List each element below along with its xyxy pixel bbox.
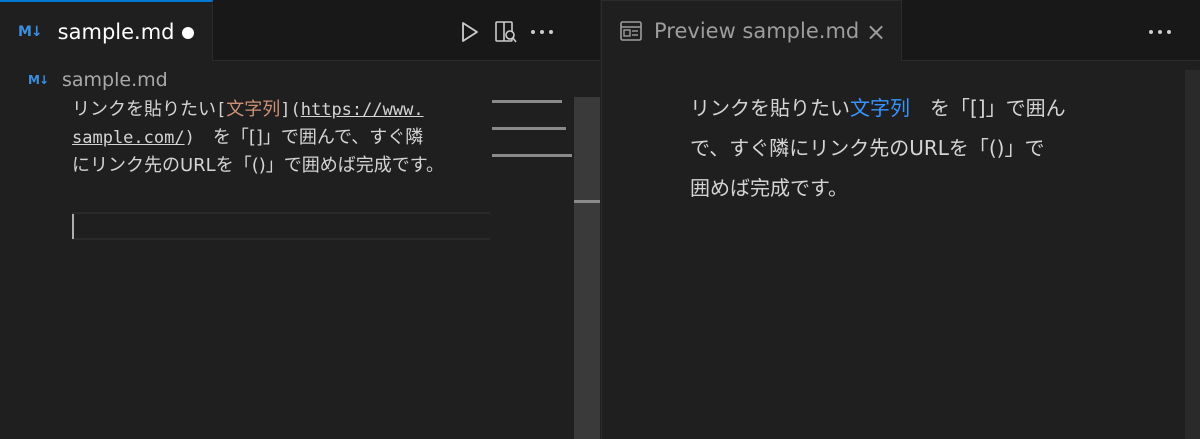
- minimap[interactable]: [492, 100, 572, 181]
- breadcrumb-file[interactable]: sample.md: [62, 69, 168, 91]
- preview-line-1: リンクを貼りたい文字列 を「[]」で囲ん: [690, 96, 1066, 120]
- code-line-2: sample.com/) を「[]」で囲んで、すぐ隣: [72, 127, 424, 148]
- code-editor[interactable]: リンクを貼りたい[文字列](https://www. sample.com/) …: [72, 96, 482, 180]
- preview-icon: [620, 21, 642, 41]
- markdown-icon: M↓: [28, 73, 49, 87]
- close-icon[interactable]: ×: [866, 18, 886, 46]
- editor-scrollbar[interactable]: [574, 97, 600, 439]
- more-actions-icon[interactable]: [524, 18, 560, 46]
- editor-tab-bar: M↓ sample.md: [0, 0, 600, 61]
- link-text-token: 文字列: [226, 99, 281, 120]
- markdown-icon: M↓: [18, 23, 43, 40]
- preview-scrollbar[interactable]: [1185, 70, 1200, 439]
- url-token[interactable]: sample.com/: [72, 128, 185, 148]
- preview-line-2: で、すぐ隣にリンク先のURLを「()」で: [690, 136, 1045, 160]
- current-line-highlight: [72, 212, 490, 240]
- preview-line-3: 囲めば完成です。: [690, 176, 848, 200]
- code-line-1: リンクを貼りたい[文字列](https://www.: [72, 99, 424, 120]
- preview-actions: [1142, 18, 1178, 46]
- open-preview-to-side-icon[interactable]: [488, 18, 524, 46]
- preview-tab-bar: Preview sample.md ×: [602, 0, 1200, 61]
- preview-link[interactable]: 文字列: [850, 96, 910, 120]
- unsaved-dot-icon[interactable]: [182, 27, 194, 39]
- text-cursor: [72, 214, 74, 239]
- code-line-3: にリンク先のURLを「()」で囲めば完成です。: [72, 155, 444, 176]
- editor-pane: M↓ sample.md M↓ sample.md リンクを貼りたい[文字列](…: [0, 0, 600, 439]
- tab-label: Preview sample.md: [654, 19, 860, 43]
- breadcrumb[interactable]: M↓ sample.md: [28, 69, 168, 91]
- markdown-preview: リンクを貼りたい文字列 を「[]」で囲ん で、すぐ隣にリンク先のURLを「()」…: [690, 88, 1120, 208]
- tab-sample-md[interactable]: M↓ sample.md: [0, 0, 213, 61]
- tab-preview-sample-md[interactable]: Preview sample.md ×: [602, 0, 902, 61]
- run-icon[interactable]: [452, 18, 488, 46]
- editor-actions: [452, 18, 560, 46]
- more-actions-icon[interactable]: [1142, 18, 1178, 46]
- scroll-position-indicator: [574, 200, 600, 203]
- preview-pane: Preview sample.md × リンクを貼りたい文字列 を「[]」で囲ん…: [601, 0, 1200, 439]
- tab-label: sample.md: [57, 19, 175, 44]
- url-token[interactable]: https://www.: [301, 100, 424, 120]
